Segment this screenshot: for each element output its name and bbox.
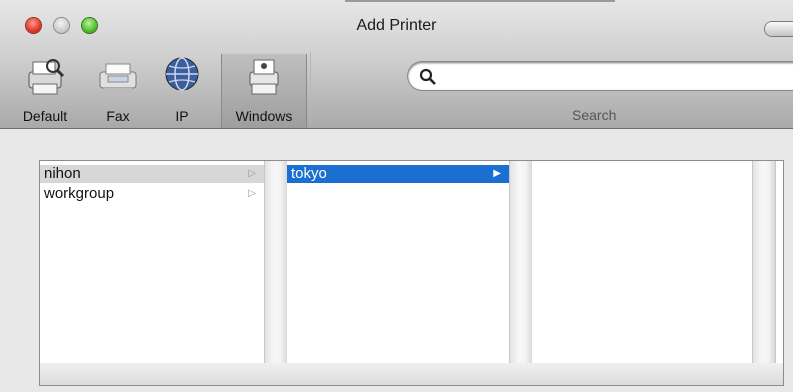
toolbar-default[interactable]: Default (16, 54, 74, 128)
search-input[interactable] (440, 65, 784, 89)
disclosure-arrow-icon: ▷ (248, 188, 256, 199)
toolbar-label-windows: Windows (235, 108, 293, 124)
toolbar-fax[interactable]: Fax (96, 54, 140, 128)
search-icon (419, 68, 436, 85)
list-item-label: tokyo (291, 165, 327, 182)
disclosure-arrow-icon: ▷ (248, 168, 256, 179)
browser-column-3 (532, 161, 752, 363)
browser-column-2: tokyo ▶ (287, 161, 509, 363)
disclosure-arrow-icon: ▶ (493, 168, 501, 179)
browser-column-1: nihon ▷ workgroup ▷ (40, 161, 264, 363)
toolbar-separator (310, 52, 311, 126)
add-printer-window: Add Printer Default Fax IP Windows Searc… (0, 0, 793, 392)
window-title: Add Printer (356, 17, 437, 34)
toolbar-label-ip: IP (175, 108, 189, 124)
toolbar-toggle-button[interactable] (765, 22, 793, 36)
title-divider (345, 0, 615, 2)
list-item-label: workgroup (44, 185, 115, 202)
list-item[interactable]: tokyo ▶ (287, 165, 509, 183)
windows-printer-icon (249, 59, 279, 95)
unified-toolbar: Add Printer Default Fax IP Windows Searc… (0, 0, 793, 129)
list-item[interactable]: workgroup ▷ (40, 185, 264, 203)
list-item[interactable]: nihon ▷ (40, 165, 264, 183)
column-browser: nihon ▷ workgroup ▷ tokyo ▶ (39, 160, 784, 364)
toolbar-ip[interactable]: IP (160, 54, 204, 128)
search-label: Search (572, 107, 617, 123)
default-printer-icon (28, 59, 65, 95)
browser-horizontal-scrollbar[interactable] (39, 363, 784, 386)
toolbar-label-fax: Fax (106, 108, 130, 124)
fax-icon (99, 63, 137, 92)
toolbar-label-default: Default (22, 108, 68, 124)
toolbar-windows[interactable]: Windows (221, 54, 307, 128)
column-1-scrollbar[interactable] (264, 161, 288, 363)
list-item-label: nihon (44, 165, 81, 182)
column-2-scrollbar[interactable] (509, 161, 533, 363)
column-3-scrollbar[interactable] (752, 161, 776, 363)
ip-globe-icon (165, 57, 199, 91)
